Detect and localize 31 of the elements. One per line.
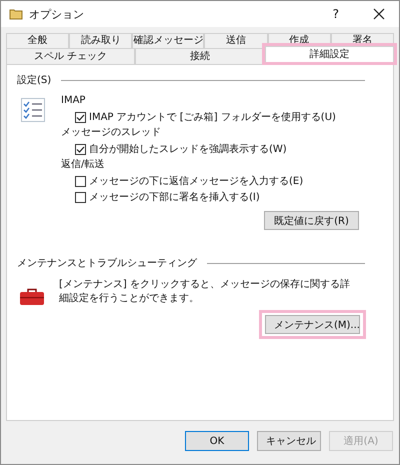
tab[interactable]: 接続: [135, 48, 265, 64]
description-text: [メンテナンス] をクリックすると、メッセージの保存に関する詳細設定を行うことができます。: [59, 278, 351, 306]
checkbox-label[interactable]: メッセージの下部に署名を挿入する(I): [89, 190, 260, 204]
reset-defaults-button[interactable]: 既定値に戻す(R): [264, 211, 359, 230]
section-heading: IMAP: [61, 94, 86, 108]
group-title: メンテナンスとトラブルシューティング: [17, 256, 197, 270]
tab[interactable]: 全般: [6, 33, 70, 48]
toolbox-icon: [19, 288, 45, 306]
checkbox-label[interactable]: メッセージの下に返信メッセージを入力する(E): [89, 174, 304, 188]
checkbox[interactable]: [75, 176, 86, 186]
section-heading: 返信/転送: [61, 158, 106, 172]
section-heading: メッセージのスレッド: [61, 126, 162, 140]
folder-icon: [9, 8, 23, 20]
checkbox-label[interactable]: 自分が開始したスレッドを強調表示する(W): [89, 142, 287, 156]
help-button[interactable]: ?: [332, 7, 339, 21]
checkbox[interactable]: [75, 192, 86, 202]
tab[interactable]: 詳細設定: [264, 46, 394, 62]
tab[interactable]: 読み取り: [69, 33, 132, 48]
group-title: 設定(S): [17, 74, 52, 87]
checklist-icon: [21, 98, 45, 122]
tab[interactable]: 送信: [204, 33, 268, 48]
dialog-button[interactable]: OK: [185, 431, 249, 451]
maintenance-button[interactable]: メンテナンス(M)...: [265, 315, 360, 334]
checkbox[interactable]: [75, 144, 86, 154]
checkbox-label[interactable]: IMAP アカウントで [ごみ箱] フォルダーを使用する(U): [89, 110, 336, 124]
window-title: オプション: [29, 6, 85, 22]
tab[interactable]: スペル チェック: [6, 48, 136, 64]
checkbox[interactable]: [75, 112, 86, 122]
dialog-button[interactable]: キャンセル: [257, 431, 321, 451]
close-icon[interactable]: [373, 8, 385, 20]
tab[interactable]: 確認メッセージ: [132, 33, 204, 48]
